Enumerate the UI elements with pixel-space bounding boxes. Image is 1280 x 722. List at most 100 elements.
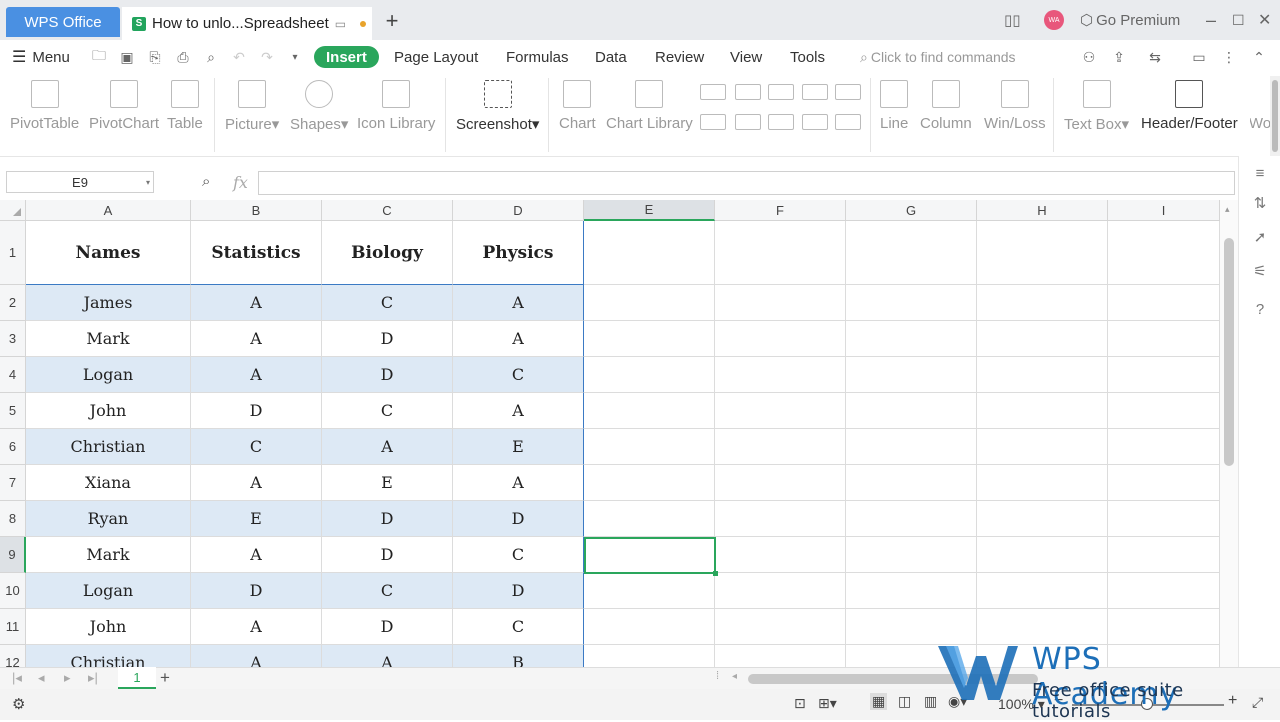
column-header-g[interactable]: G — [846, 200, 977, 221]
shapes-button[interactable]: Shapes▾ — [290, 80, 348, 133]
zoom-icon[interactable]: ⌕ — [202, 173, 210, 190]
empty-cell[interactable] — [846, 609, 977, 645]
empty-cell[interactable] — [584, 501, 715, 537]
vertical-scrollbar[interactable]: ▴ — [1220, 200, 1238, 667]
header-footer-button[interactable]: Header/Footer — [1141, 80, 1238, 132]
table-cell[interactable]: D — [191, 393, 322, 429]
format-painter-icon[interactable]: ⎘ — [146, 48, 164, 66]
table-cell[interactable]: D — [453, 501, 584, 537]
empty-cell[interactable] — [977, 429, 1108, 465]
empty-cell[interactable] — [715, 609, 846, 645]
new-tab-button[interactable]: + — [380, 7, 404, 35]
export-icon[interactable]: ⇪ — [1110, 48, 1128, 66]
empty-cell[interactable] — [1108, 465, 1220, 501]
tab-review[interactable]: Review — [655, 47, 704, 67]
table-header-cell[interactable]: Physics — [453, 221, 584, 285]
bar-chart-mini-icon[interactable] — [735, 84, 761, 100]
ribbon-scroll-thumb[interactable] — [1272, 80, 1278, 152]
empty-cell[interactable] — [584, 429, 715, 465]
table-cell[interactable]: C — [191, 429, 322, 465]
table-cell[interactable]: C — [453, 537, 584, 573]
empty-cell[interactable] — [715, 465, 846, 501]
table-cell[interactable]: A — [322, 645, 453, 667]
empty-cell[interactable] — [977, 321, 1108, 357]
maximize-button[interactable]: ☐ — [1232, 6, 1245, 34]
empty-cell[interactable] — [715, 501, 846, 537]
table-cell[interactable]: B — [453, 645, 584, 667]
empty-cell[interactable] — [977, 465, 1108, 501]
screenshot-button[interactable]: Screenshot▾ — [456, 80, 539, 133]
next-sheet-icon[interactable]: ▸ — [64, 670, 71, 686]
sync-icon[interactable]: ⇆ — [1146, 48, 1164, 66]
table-cell[interactable]: A — [322, 429, 453, 465]
empty-cell[interactable] — [584, 357, 715, 393]
table-cell[interactable]: E — [191, 501, 322, 537]
table-cell[interactable]: James — [26, 285, 191, 321]
empty-cell[interactable] — [1108, 429, 1220, 465]
empty-cell[interactable] — [846, 537, 977, 573]
table-cell[interactable]: D — [322, 501, 453, 537]
column-header-a[interactable]: A — [26, 200, 191, 221]
table-cell[interactable]: A — [191, 465, 322, 501]
table-cell[interactable]: E — [322, 465, 453, 501]
sidebar-settings-icon[interactable]: ⚟ — [1251, 262, 1269, 280]
table-cell[interactable]: D — [322, 357, 453, 393]
chart-library-button[interactable]: Chart Library — [606, 80, 693, 132]
table-cell[interactable]: D — [322, 609, 453, 645]
picture-button[interactable]: Picture▾ — [225, 80, 279, 133]
column-chart-mini-icon[interactable] — [700, 84, 726, 100]
empty-cell[interactable] — [715, 221, 846, 285]
wps-office-tab[interactable]: WPS Office — [6, 7, 120, 37]
empty-cell[interactable] — [715, 573, 846, 609]
tab-data[interactable]: Data — [595, 47, 627, 67]
table-button[interactable]: Table — [167, 80, 203, 132]
table-cell[interactable]: A — [191, 285, 322, 321]
document-tab[interactable]: S How to unlo...Spreadsheet ▭ — [122, 7, 372, 40]
table-cell[interactable]: D — [322, 321, 453, 357]
empty-cell[interactable] — [977, 221, 1108, 285]
ribbon-scrollbar[interactable] — [1270, 76, 1280, 156]
column-header-i[interactable]: I — [1108, 200, 1220, 221]
empty-cell[interactable] — [977, 357, 1108, 393]
table-cell[interactable]: Mark — [26, 321, 191, 357]
table-cell[interactable]: A — [191, 321, 322, 357]
comment-icon[interactable]: ▭ — [1190, 48, 1208, 66]
table-cell[interactable]: A — [191, 537, 322, 573]
empty-cell[interactable] — [584, 221, 715, 285]
wordart-button[interactable]: Wo — [1250, 80, 1270, 132]
go-premium-button[interactable]: ⬡ Go Premium — [1080, 6, 1180, 34]
empty-cell[interactable] — [715, 285, 846, 321]
prev-sheet-icon[interactable]: ◂ — [38, 670, 45, 686]
empty-cell[interactable] — [715, 537, 846, 573]
table-cell[interactable]: Mark — [26, 537, 191, 573]
sparkline-line-button[interactable]: Line — [880, 80, 908, 132]
other-chart-mini-icon[interactable] — [835, 114, 861, 130]
empty-cell[interactable] — [977, 285, 1108, 321]
split-handle-icon[interactable]: ⁞ — [716, 670, 719, 682]
sidebar-format-icon[interactable]: ⇅ — [1251, 194, 1269, 212]
chart-button[interactable]: Chart — [559, 80, 596, 132]
freeze-icon[interactable]: ⊞▾ — [818, 695, 837, 712]
empty-cell[interactable] — [1108, 537, 1220, 573]
table-cell[interactable]: A — [191, 357, 322, 393]
table-cell[interactable]: John — [26, 609, 191, 645]
empty-cell[interactable] — [584, 609, 715, 645]
table-cell[interactable]: A — [191, 645, 322, 667]
table-cell[interactable]: C — [453, 609, 584, 645]
close-button[interactable]: ✕ — [1258, 6, 1271, 34]
empty-cell[interactable] — [1108, 285, 1220, 321]
table-cell[interactable]: Logan — [26, 357, 191, 393]
row-header-9[interactable]: 9 — [0, 537, 26, 573]
empty-cell[interactable] — [977, 501, 1108, 537]
customize-dropdown-icon[interactable]: ▾ — [286, 48, 304, 66]
column-header-b[interactable]: B — [191, 200, 322, 221]
empty-cell[interactable] — [584, 285, 715, 321]
pivot-chart-button[interactable]: PivotChart — [89, 80, 159, 132]
minimize-button[interactable]: – — [1206, 6, 1216, 34]
redo-icon[interactable]: ↷ — [258, 48, 276, 66]
chevron-down-icon[interactable]: ▾ — [146, 178, 150, 187]
print-icon[interactable]: ⎙ — [174, 48, 192, 66]
empty-cell[interactable] — [584, 573, 715, 609]
empty-cell[interactable] — [977, 393, 1108, 429]
empty-cell[interactable] — [1108, 573, 1220, 609]
